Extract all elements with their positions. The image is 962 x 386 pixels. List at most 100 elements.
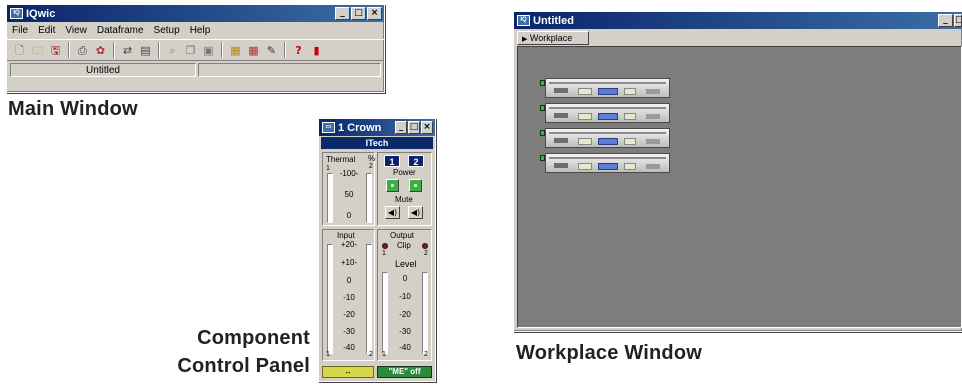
- main-window-title: IQwic: [26, 7, 56, 20]
- amplifier-device[interactable]: [540, 128, 670, 148]
- print-icon[interactable]: ⎙: [74, 42, 91, 59]
- device-controls: [578, 113, 592, 120]
- paste-icon[interactable]: ▣: [200, 42, 217, 59]
- menu-view[interactable]: View: [60, 25, 92, 36]
- find-icon[interactable]: ⌕: [164, 42, 181, 59]
- menu-setup[interactable]: Setup: [149, 25, 185, 36]
- mute-button-2[interactable]: ◀): [408, 206, 423, 219]
- input-ch1-label: 1: [326, 351, 330, 358]
- workplace-app-icon: IQ: [517, 15, 530, 26]
- device-stripe: [549, 157, 666, 159]
- panel-close-button[interactable]: ×: [421, 121, 433, 134]
- input-scale-m20: -20: [343, 310, 355, 319]
- device-logo: [554, 163, 568, 168]
- device-controls-right: [624, 163, 636, 170]
- device-label: [646, 139, 660, 144]
- device-label: [646, 164, 660, 169]
- level-meter-2: [422, 272, 428, 354]
- status-panel-empty: [198, 63, 381, 77]
- toolbar-separator: [158, 42, 160, 58]
- component-control-panel: ▭ 1 Crown _ □ × ITech Thermal % 1 2 -100…: [318, 118, 436, 382]
- device-label: [646, 89, 660, 94]
- output-ch2-label: 2: [424, 250, 428, 257]
- status-panel: Untitled: [10, 63, 196, 77]
- panel-minimize-button[interactable]: _: [395, 121, 407, 134]
- input-scale-p20: +20-: [340, 240, 358, 249]
- workplace-maximize-button[interactable]: □: [954, 14, 962, 27]
- save-icon[interactable]: 🖫: [47, 42, 64, 59]
- menu-help[interactable]: Help: [185, 25, 216, 36]
- workplace-minimize-button[interactable]: _: [938, 14, 953, 27]
- level-meter-1: [382, 272, 388, 354]
- amplifier-device[interactable]: [540, 153, 670, 173]
- menu-file[interactable]: File: [7, 25, 33, 36]
- mute-label: Mute: [395, 195, 413, 204]
- thermal-scale-100: -100-: [339, 169, 359, 178]
- toolbar-separator: [284, 42, 286, 58]
- thermal-meter-2: [366, 173, 372, 223]
- amplifier-device[interactable]: [540, 103, 670, 123]
- new-icon[interactable]: 🗋: [11, 42, 28, 59]
- minimize-button[interactable]: _: [335, 7, 350, 20]
- output-scale-m10: -10: [399, 292, 411, 301]
- panel-maximize-button[interactable]: □: [408, 121, 420, 134]
- main-window-caption: Main Window: [8, 98, 138, 120]
- device-display: [598, 88, 618, 95]
- input-scale-p10: +10-: [340, 258, 358, 267]
- device-display: [598, 113, 618, 120]
- link-button[interactable]: ↔: [322, 366, 374, 378]
- component-caption: Component Control Panel: [142, 324, 310, 380]
- ch2-label: 2: [369, 163, 373, 170]
- device-logo: [554, 138, 568, 143]
- workplace-window: IQ Untitled _ □ ▶ Workplace: [513, 11, 962, 332]
- open-icon[interactable]: 🗀: [29, 42, 46, 59]
- network-icon[interactable]: ⇄: [119, 42, 136, 59]
- input-scale-m10: -10: [343, 293, 355, 302]
- exit-icon[interactable]: ▮: [308, 42, 325, 59]
- menu-edit[interactable]: Edit: [33, 25, 60, 36]
- thermal-label: Thermal: [326, 155, 356, 164]
- channel-1-button[interactable]: 1: [384, 155, 400, 167]
- workplace-button-label: Workplace: [529, 33, 573, 43]
- power-label: Power: [393, 168, 416, 177]
- workplace-button[interactable]: ▶ Workplace: [517, 31, 589, 45]
- workplace-title-bar[interactable]: IQ Untitled _ □: [514, 12, 962, 29]
- transfer-icon[interactable]: ▤: [137, 42, 154, 59]
- level-ch2-label: 2: [424, 351, 428, 358]
- output-scale-m30: -30: [399, 327, 411, 336]
- device-status-indicator: [540, 130, 545, 136]
- mute-button-1[interactable]: ◀): [385, 206, 400, 219]
- panel-title-bar[interactable]: ▭ 1 Crown _ □ ×: [319, 119, 435, 136]
- menu-dataframe[interactable]: Dataframe: [92, 25, 149, 36]
- percent-label: %: [368, 154, 376, 163]
- power-button-1[interactable]: [386, 179, 399, 192]
- maximize-button[interactable]: □: [351, 7, 366, 20]
- help-icon[interactable]: ?: [290, 42, 307, 59]
- me-off-button[interactable]: "ME" off: [377, 366, 432, 378]
- device-controls-right: [624, 113, 636, 120]
- main-title-bar[interactable]: IQ IQwic _ □ ×: [7, 5, 384, 22]
- clip-led-1: [382, 243, 388, 249]
- ch1-label: 1: [326, 165, 330, 172]
- copy-icon[interactable]: ❐: [182, 42, 199, 59]
- device-display: [598, 163, 618, 170]
- amplifier-device[interactable]: [540, 78, 670, 98]
- edit-icon[interactable]: ✎: [263, 42, 280, 59]
- workplace-caption: Workplace Window: [516, 342, 703, 364]
- channel-2-button[interactable]: 2: [408, 155, 424, 167]
- workplace-canvas[interactable]: [517, 46, 962, 328]
- device-controls-right: [624, 138, 636, 145]
- panel-body: ITech Thermal % 1 2 -100- 50 0 1 2 Power…: [319, 136, 435, 381]
- app-icon: IQ: [10, 8, 23, 19]
- device-icon[interactable]: ▦: [227, 42, 244, 59]
- close-button[interactable]: ×: [367, 7, 382, 20]
- input-ch2-label: 2: [369, 351, 373, 358]
- device-controls-right: [624, 88, 636, 95]
- group-icon[interactable]: ▦: [245, 42, 262, 59]
- main-window: IQ IQwic _ □ × File Edit View Dataframe …: [6, 4, 385, 93]
- panel-app-icon: ▭: [322, 122, 335, 133]
- output-group: Output Clip 1 2 Level 0 -10 -20 -30 -40 …: [377, 229, 432, 361]
- setup-icon[interactable]: ✿: [92, 42, 109, 59]
- power-button-2[interactable]: [409, 179, 422, 192]
- thermal-meter-1: [327, 173, 333, 223]
